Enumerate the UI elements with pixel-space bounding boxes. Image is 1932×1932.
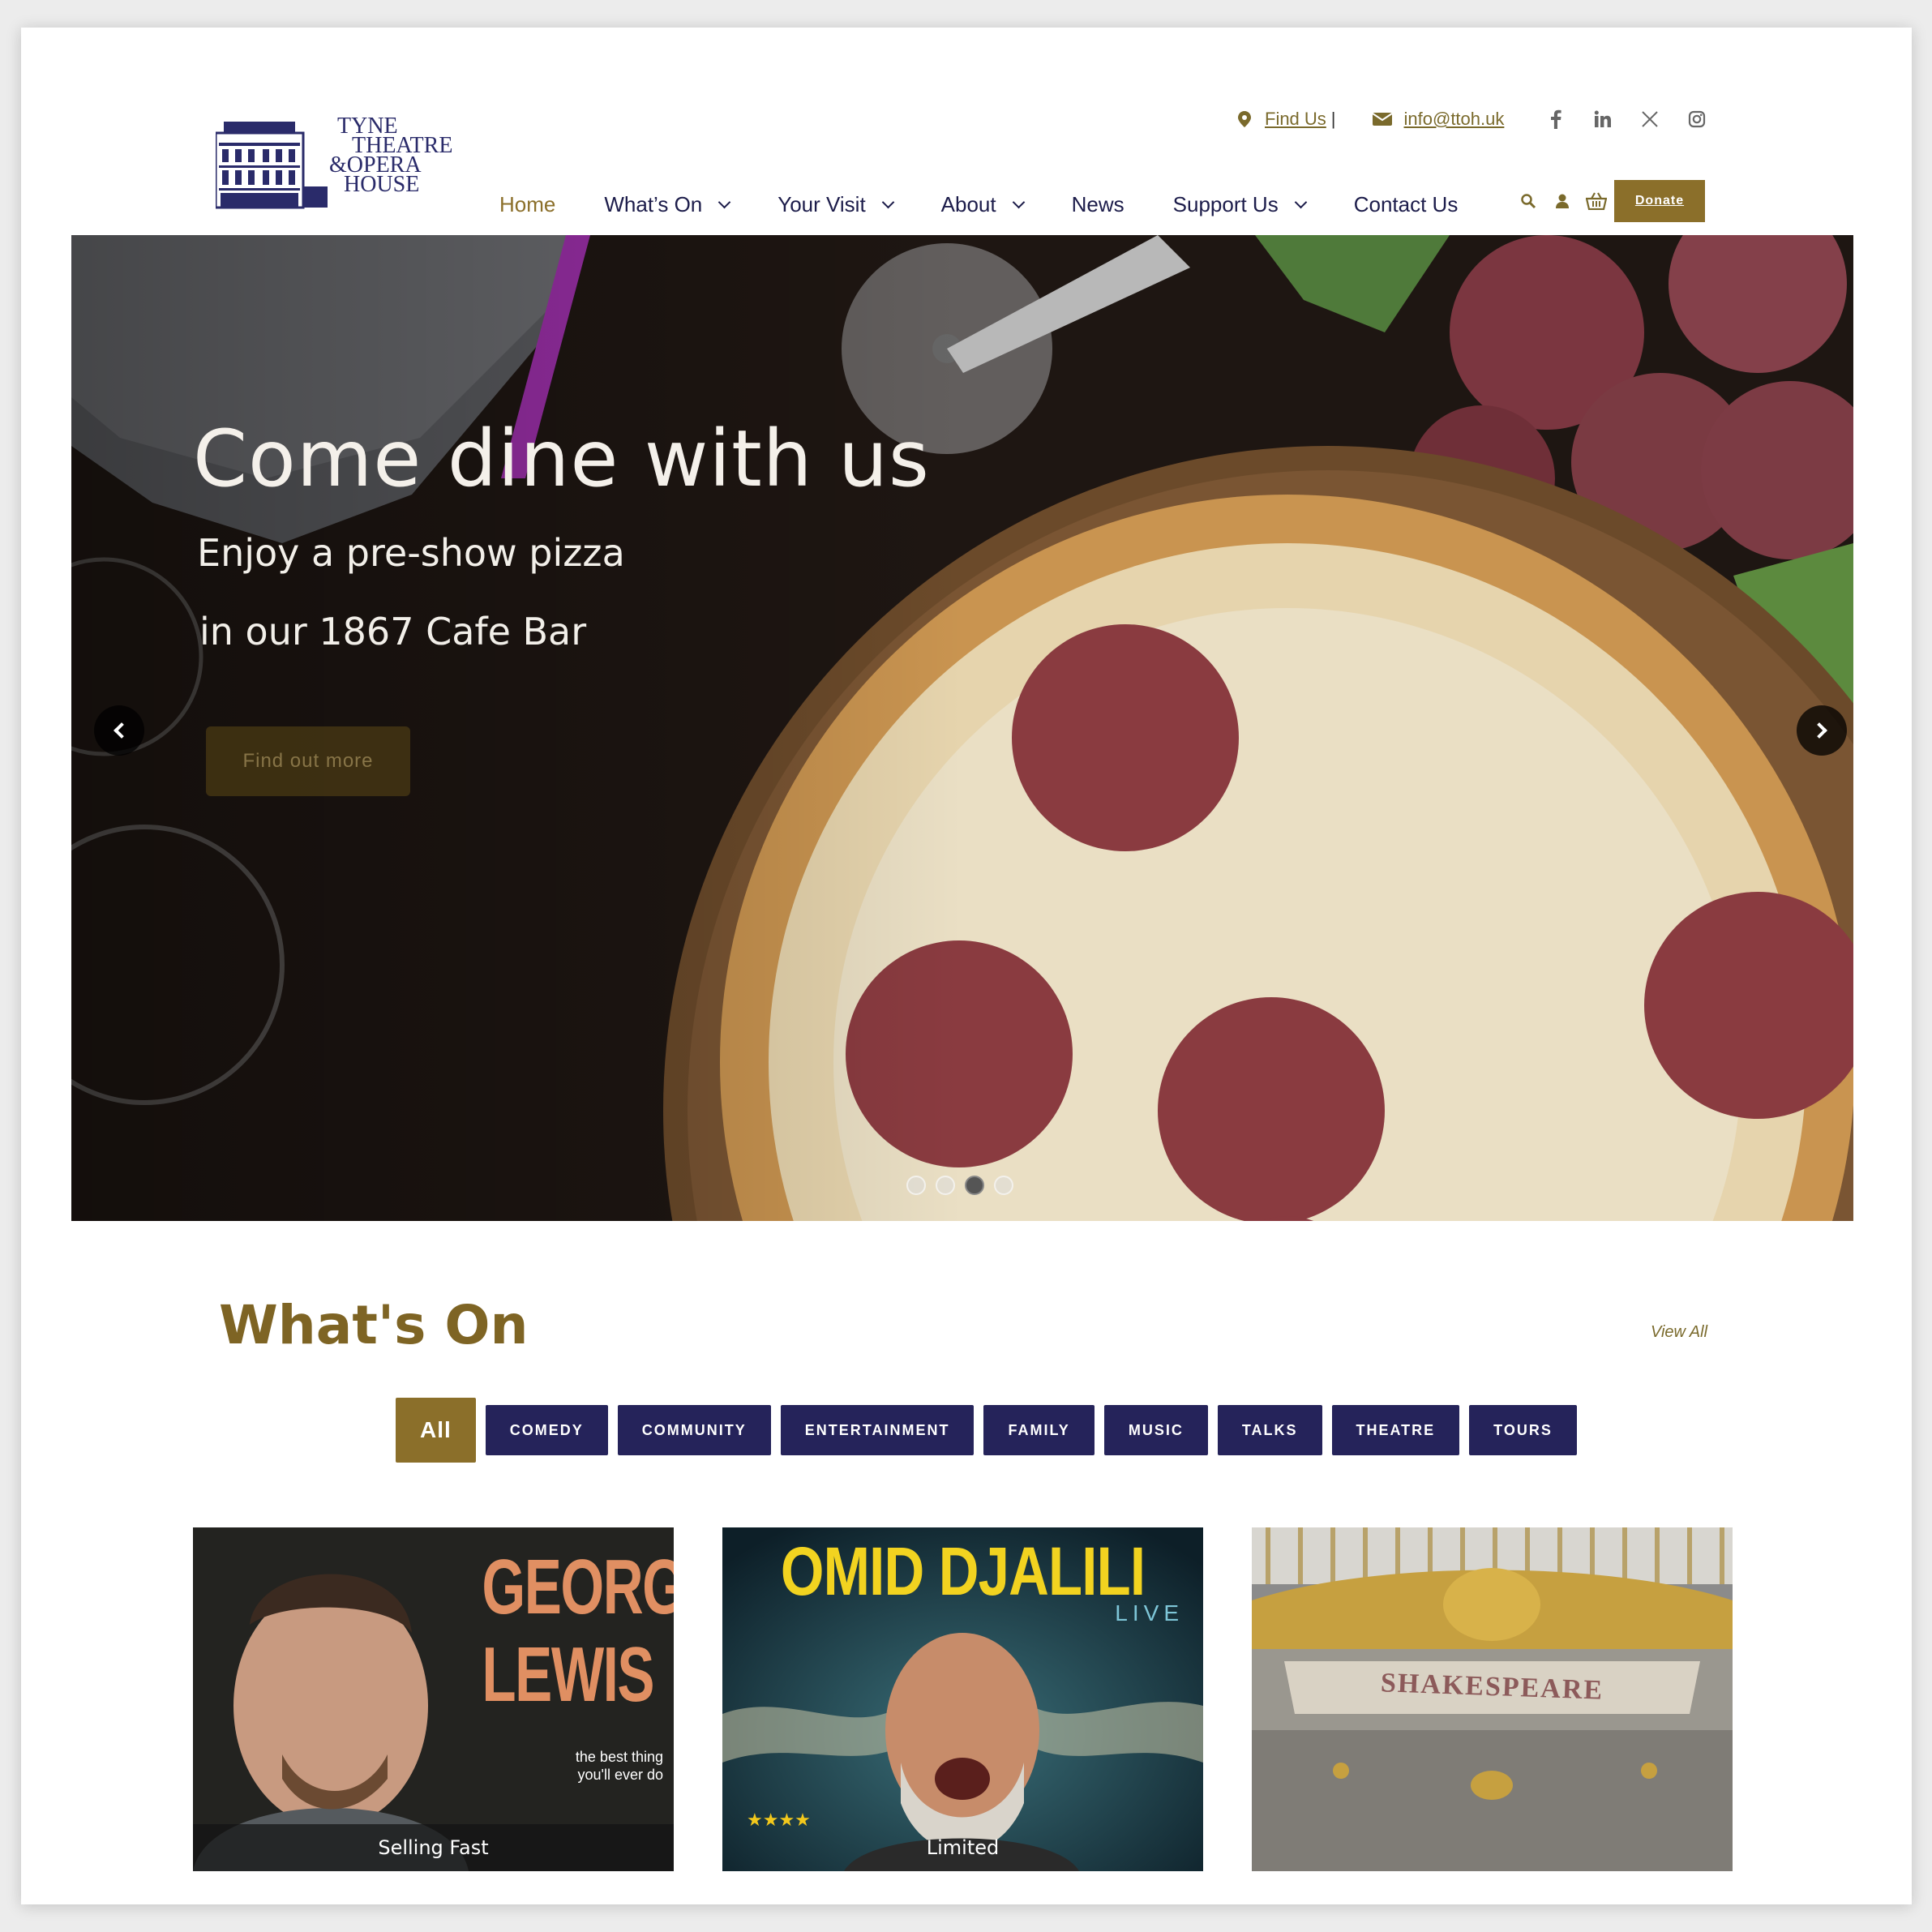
social-links <box>1544 108 1708 131</box>
nav-whats-on-label: What’s On <box>604 191 703 216</box>
nav-about-label: About <box>940 191 996 216</box>
filter-tours[interactable]: TOURS <box>1469 1405 1577 1455</box>
site-logo[interactable]: TYNE THEATRE &OPERA HOUSE <box>216 115 483 230</box>
filter-family[interactable]: FAMILY <box>983 1405 1095 1455</box>
slider-dot-4[interactable] <box>994 1176 1013 1195</box>
basket-icon[interactable] <box>1585 190 1608 212</box>
facebook-icon[interactable] <box>1544 108 1567 131</box>
nav-your-visit-label: Your Visit <box>778 191 866 216</box>
nav-home-label: Home <box>499 191 556 216</box>
nav-home[interactable]: Home <box>499 172 556 243</box>
event-card[interactable]: SHAKESPEARE <box>1252 1527 1733 1871</box>
poster-tagline-2: you'll ever do <box>577 1767 664 1783</box>
event-card[interactable]: GEORGE LEWIS the best thing you'll ever … <box>193 1527 674 1871</box>
linkedin-icon[interactable] <box>1591 108 1614 131</box>
page: TYNE THEATRE &OPERA HOUSE Find Us | info… <box>21 28 1912 1904</box>
category-filters: All COMEDY COMMUNITY ENTERTAINMENT FAMIL… <box>396 1398 1577 1463</box>
slider-next-button[interactable] <box>1797 705 1847 756</box>
filter-theatre[interactable]: THEATRE <box>1331 1405 1460 1455</box>
top-utility-bar: Find Us | info@ttoh.uk <box>1236 101 1708 138</box>
slider-prev-button[interactable] <box>94 705 144 756</box>
slider-dot-3[interactable] <box>965 1176 984 1195</box>
poster-title-2: LEWIS <box>482 1631 654 1718</box>
event-badge: Limited <box>926 1836 1000 1859</box>
chevron-down-icon <box>1012 195 1025 208</box>
chevron-right-icon <box>1811 722 1827 739</box>
search-icon[interactable] <box>1517 190 1540 212</box>
find-us-link[interactable]: Find Us <box>1265 109 1326 130</box>
donate-button[interactable]: Donate <box>1614 180 1705 222</box>
hero-slider: Come dine with us Enjoy a pre-show pizza… <box>71 235 1853 1221</box>
instagram-icon[interactable] <box>1686 108 1708 131</box>
event-badge: Selling Fast <box>193 1824 674 1871</box>
whats-on-heading: What's On <box>219 1294 529 1356</box>
poster-title-1: OMID DJALILI <box>780 1533 1146 1609</box>
hero-cta-button[interactable]: Find out more <box>206 726 410 796</box>
nav-whats-on[interactable]: What’s On <box>604 172 731 237</box>
hero-shade <box>71 235 963 1221</box>
logo-text-line4: HOUSE <box>344 172 420 197</box>
event-cards: GEORGE LEWIS the best thing you'll ever … <box>193 1527 1733 1871</box>
topbar-separator: | <box>1330 109 1336 129</box>
nav-news[interactable]: News <box>1072 172 1125 237</box>
chevron-down-icon <box>718 195 731 208</box>
envelope-icon <box>1371 110 1393 128</box>
slider-dot-1[interactable] <box>906 1176 926 1195</box>
nav-support-us-label: Support Us <box>1172 191 1279 216</box>
poster-title-1: GEORGE <box>482 1544 674 1630</box>
nav-news-label: News <box>1071 191 1125 216</box>
nav-your-visit[interactable]: Your Visit <box>778 172 894 237</box>
chevron-left-icon <box>114 722 130 739</box>
header-tools <box>1517 190 1608 212</box>
slider-dot-2[interactable] <box>936 1176 955 1195</box>
user-icon[interactable] <box>1551 190 1574 212</box>
chevron-down-icon <box>881 195 894 208</box>
filter-community[interactable]: COMMUNITY <box>617 1405 771 1455</box>
poster-title-2: LIVE <box>1115 1600 1184 1626</box>
nav-support-us[interactable]: Support Us <box>1172 172 1307 237</box>
nav-about[interactable]: About <box>940 172 1025 237</box>
chevron-down-icon <box>1294 195 1307 208</box>
x-icon[interactable] <box>1639 108 1661 131</box>
nav-contact-us[interactable]: Contact Us <box>1354 172 1459 237</box>
nav-contact-us-label: Contact Us <box>1353 191 1459 216</box>
email-link[interactable]: info@ttoh.uk <box>1404 109 1505 130</box>
filter-music[interactable]: MUSIC <box>1103 1405 1208 1455</box>
filter-entertainment[interactable]: ENTERTAINMENT <box>780 1405 975 1455</box>
poster-tagline-1: the best thing <box>575 1749 663 1765</box>
event-card[interactable]: ★★★★ OMID DJALILI LIVE Limited <box>722 1527 1203 1871</box>
map-pin-icon <box>1236 110 1253 128</box>
hero-subtitle-2: in our 1867 Cafe Bar <box>199 610 587 653</box>
filter-comedy[interactable]: COMEDY <box>485 1405 608 1455</box>
hero-subtitle-1: Enjoy a pre-show pizza <box>197 531 625 575</box>
view-all-link[interactable]: View All <box>1651 1323 1707 1342</box>
filter-talks[interactable]: TALKS <box>1217 1405 1322 1455</box>
hero-title: Come dine with us <box>193 413 930 504</box>
filter-all[interactable]: All <box>396 1398 476 1463</box>
main-nav: Home What’s On Your Visit About News Sup… <box>499 172 1506 243</box>
slider-pagination <box>906 1176 1013 1195</box>
